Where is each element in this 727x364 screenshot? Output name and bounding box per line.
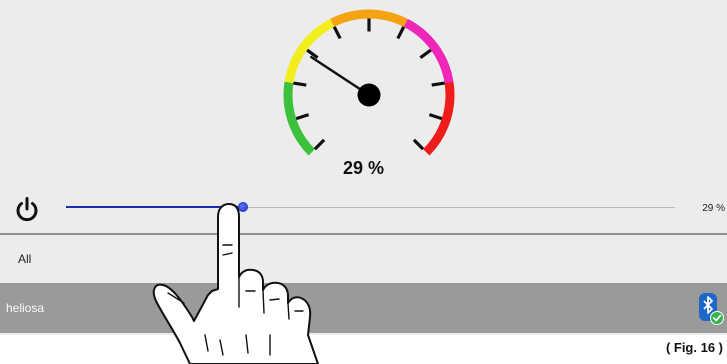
power-icon[interactable] xyxy=(14,196,40,224)
gauge-tick xyxy=(419,48,432,59)
pointing-hand-icon xyxy=(152,203,319,364)
gauge-tick xyxy=(295,113,310,121)
figure-caption: ( Fig. 16 ) xyxy=(665,340,723,355)
gauge-tick xyxy=(412,138,425,151)
device-row[interactable]: heliosa xyxy=(0,283,727,333)
gauge-tick xyxy=(396,26,406,40)
gauge-hub xyxy=(357,83,381,107)
bluetooth-connected-icon xyxy=(699,293,724,325)
device-name: heliosa xyxy=(6,301,45,315)
group-item-all[interactable]: All xyxy=(0,235,727,283)
gauge-tick xyxy=(293,81,307,87)
gauge-tick xyxy=(431,81,445,87)
gauge-tick xyxy=(313,138,326,151)
gauge-tick xyxy=(428,113,443,121)
slider-value-label: 29 % xyxy=(702,203,725,214)
percent-gauge xyxy=(283,9,455,156)
app-screen: 29 % 29 % All heliosa xyxy=(0,0,727,335)
gauge-percent-label: 29 % xyxy=(342,158,385,178)
gauge-tick xyxy=(332,26,342,40)
group-label: All xyxy=(18,252,32,266)
